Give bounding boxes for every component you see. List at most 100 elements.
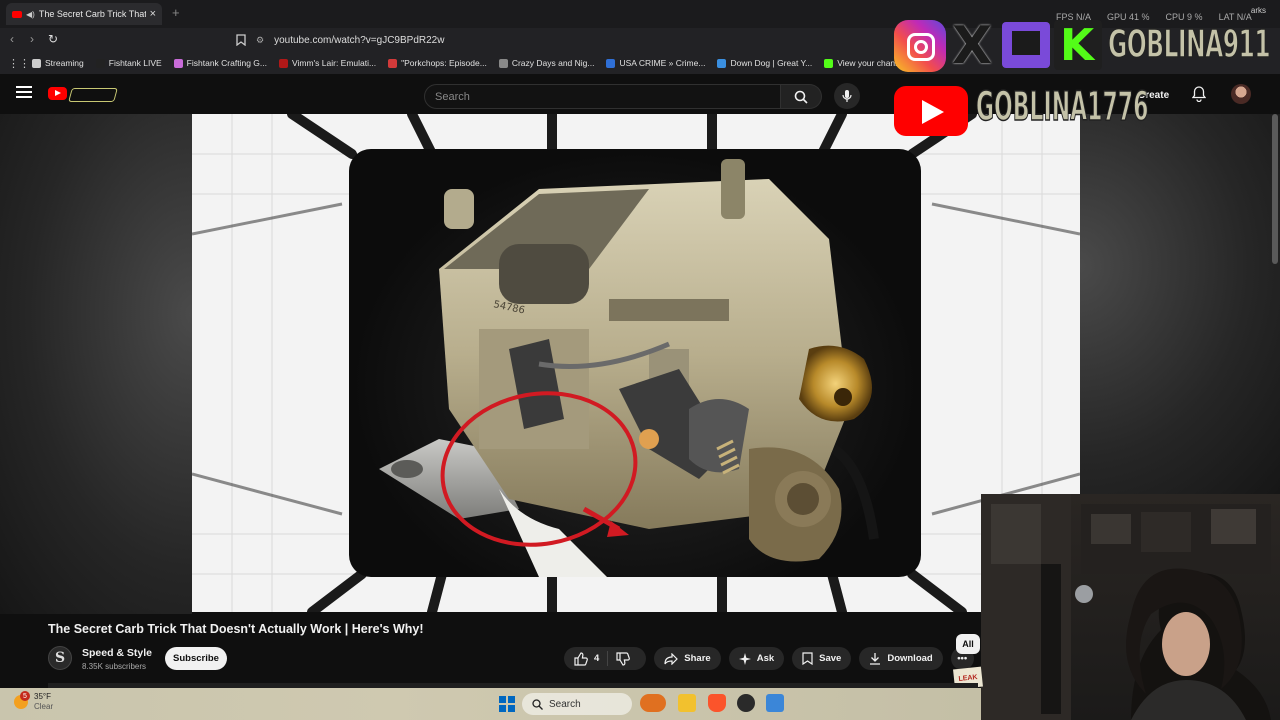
- subscribe-button[interactable]: Subscribe: [165, 647, 227, 670]
- bookmark-item[interactable]: Down Dog | Great Y...: [717, 58, 812, 68]
- subscriber-count: 8.35K subscribers: [82, 662, 147, 671]
- bookmark-item[interactable]: Fishtank LIVE: [95, 58, 162, 68]
- bookmark-item[interactable]: USA CRIME » Crime...: [606, 58, 705, 68]
- bookmark-item[interactable]: Vimm's Lair: Emulati...: [278, 58, 376, 68]
- bookmark-favicon-icon: [717, 58, 727, 68]
- video-action-bar: 4 Share Ask Save Download •••: [564, 647, 982, 670]
- tab-title: The Secret Carb Trick That Doesn't Actua…: [38, 9, 146, 19]
- ambient-left: [0, 114, 192, 614]
- notepad-icon[interactable]: [766, 694, 784, 712]
- apps-grid-icon[interactable]: ⋮⋮: [8, 57, 30, 70]
- carburetor-illustration: 54786: [379, 159, 879, 577]
- taskbar-search-label: Search: [549, 698, 581, 710]
- webcam-feed: [981, 494, 1280, 720]
- twitch-icon: [1002, 22, 1050, 68]
- microphone-icon: [842, 90, 852, 102]
- bookmark-favicon-icon: [498, 58, 508, 68]
- bookmark-icon: [802, 652, 813, 665]
- like-button[interactable]: 4: [564, 651, 609, 666]
- search-input[interactable]: [424, 84, 781, 109]
- notifications-bell-icon[interactable]: [1192, 86, 1206, 102]
- widget-game-icon[interactable]: [640, 694, 666, 712]
- gpu-readout: GPU 41 %: [1107, 12, 1150, 22]
- download-label: Download: [887, 653, 933, 664]
- new-tab-icon[interactable]: +: [172, 5, 180, 20]
- browser-tab-active[interactable]: ◀) The Secret Carb Trick That Doesn't Ac…: [6, 3, 162, 25]
- windows-start-icon[interactable]: [499, 696, 515, 712]
- video-title: The Secret Carb Trick That Doesn't Actua…: [48, 622, 424, 636]
- like-dislike-group: 4: [564, 647, 647, 670]
- speaker-icon[interactable]: ◀): [26, 10, 35, 19]
- sparkle-icon: [738, 652, 751, 665]
- bookmark-favicon-icon: [824, 58, 834, 68]
- ambient-right: [1079, 114, 1280, 494]
- taskbar-search[interactable]: Search: [522, 693, 632, 715]
- share-label: Share: [684, 653, 711, 664]
- bookmark-favicon-icon: [173, 58, 183, 68]
- bookmark-label: Fishtank Crafting G...: [186, 58, 267, 68]
- reload-icon[interactable]: ↻: [48, 32, 58, 46]
- channel-avatar[interactable]: S: [48, 646, 72, 670]
- dislike-button[interactable]: [608, 651, 646, 666]
- file-explorer-icon[interactable]: [678, 694, 696, 712]
- bookmark-label: Crazy Days and Nig...: [511, 58, 595, 68]
- social-overlay: X GOBLINA911: [894, 16, 1271, 76]
- taskbar-search-icon: [532, 698, 543, 710]
- bookmark-item[interactable]: "Porkchops: Episode...: [388, 58, 487, 68]
- save-button[interactable]: Save: [792, 647, 852, 670]
- url-box[interactable]: ⚙ youtube.com/watch?v=gJC9BPdR22w: [256, 31, 906, 49]
- latency-readout: LAT N/A: [1218, 12, 1252, 22]
- close-tab-icon[interactable]: ×: [150, 8, 156, 20]
- bookmark-item[interactable]: Streaming: [32, 58, 84, 68]
- bookmark-label: Streaming: [45, 58, 84, 68]
- performance-overlay: FPS N/A GPU 41 % CPU 9 % LAT N/A: [1056, 12, 1276, 22]
- youtube-big-logo-icon: [894, 86, 968, 136]
- windows-taskbar: 5 35°F Clear Search: [0, 688, 981, 720]
- youtube-favicon-icon: [12, 10, 22, 18]
- weather-widget[interactable]: 5 35°F Clear: [14, 691, 54, 712]
- bookmark-page-icon[interactable]: [236, 34, 246, 46]
- bookmark-item[interactable]: Fishtank Crafting G...: [173, 58, 267, 68]
- bookmark-item[interactable]: Crazy Days and Nig...: [498, 58, 595, 68]
- more-dots-icon: •••: [957, 653, 968, 664]
- ask-button[interactable]: Ask: [728, 647, 785, 670]
- voice-search-button[interactable]: [834, 83, 860, 109]
- instagram-icon: [894, 20, 946, 72]
- back-icon[interactable]: ‹: [10, 32, 14, 46]
- bookmark-favicon-icon: [32, 58, 41, 68]
- forward-icon[interactable]: ›: [30, 32, 34, 46]
- download-icon: [870, 653, 881, 665]
- notification-badge: 5: [20, 691, 30, 701]
- youtube-logo-icon[interactable]: [48, 87, 67, 100]
- obs-studio-icon[interactable]: [737, 694, 755, 712]
- ask-label: Ask: [756, 653, 775, 664]
- thumbs-down-icon: [616, 651, 631, 666]
- kick-icon: [1054, 20, 1102, 71]
- fps-readout: FPS N/A: [1056, 12, 1092, 22]
- weather-sun-icon: 5: [14, 691, 30, 709]
- cpu-readout: CPU 9 %: [1165, 12, 1203, 22]
- search-button[interactable]: [781, 84, 822, 109]
- url-text: youtube.com/watch?v=gJC9BPdR22w: [274, 34, 445, 46]
- share-button[interactable]: Share: [654, 647, 721, 670]
- weather-condition: Clear: [34, 702, 54, 711]
- search-bar: [424, 84, 822, 109]
- bookmark-favicon-icon: [95, 58, 105, 68]
- account-avatar[interactable]: [1231, 84, 1251, 104]
- video-player[interactable]: 54786: [192, 114, 1080, 612]
- x-logo-icon: X: [952, 16, 993, 76]
- page-scrollbar[interactable]: [1272, 114, 1278, 264]
- weather-temperature: 35°F: [34, 692, 51, 701]
- bookmark-label: Fishtank LIVE: [108, 58, 162, 68]
- filter-chip-all[interactable]: All: [956, 634, 980, 654]
- menu-icon[interactable]: [16, 86, 32, 98]
- youtube-doodle-logo[interactable]: [68, 88, 118, 102]
- download-button[interactable]: Download: [859, 647, 943, 670]
- like-count: 4: [594, 653, 600, 664]
- save-label: Save: [819, 653, 842, 664]
- webcam-image: [981, 494, 1271, 720]
- channel-name[interactable]: Speed & Style: [82, 647, 152, 659]
- site-info-icon[interactable]: ⚙: [256, 35, 264, 46]
- brave-browser-icon[interactable]: [708, 694, 726, 712]
- streamer-handle: GOBLINA911: [1108, 21, 1272, 67]
